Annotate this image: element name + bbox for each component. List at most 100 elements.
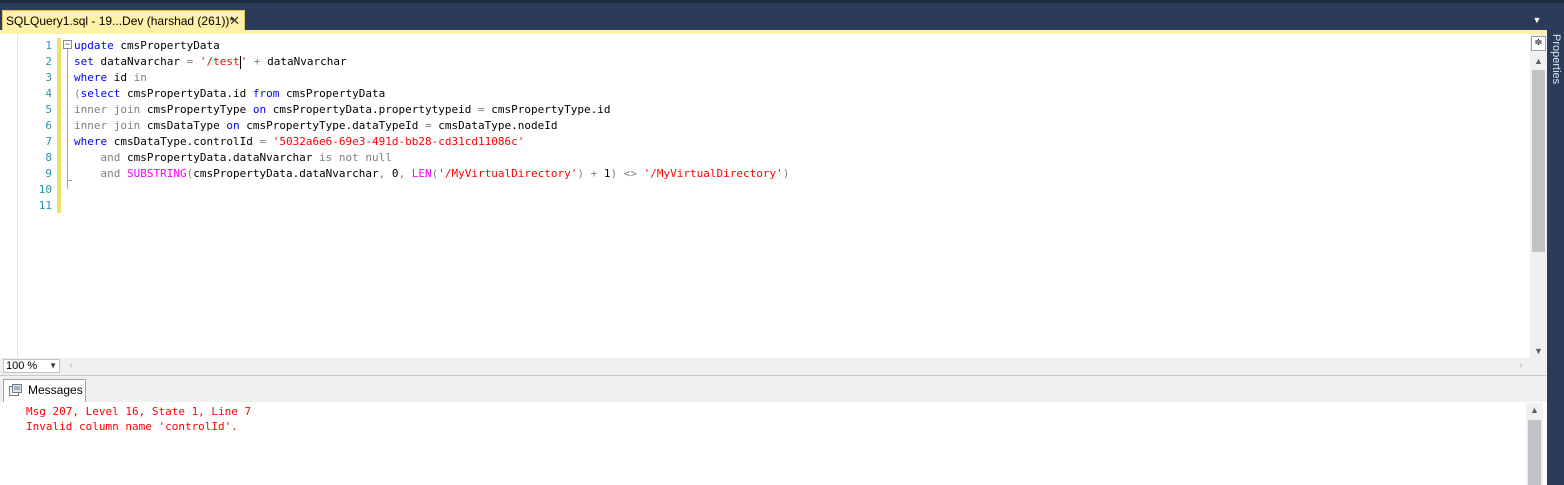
results-tab-bar: Messages bbox=[0, 376, 1547, 402]
line-number: 7 bbox=[45, 135, 52, 148]
code-token: ) bbox=[577, 167, 584, 180]
code-token: id bbox=[107, 71, 134, 84]
code-line[interactable]: where id in bbox=[74, 70, 789, 86]
code-token: cmsPropertyData.dataNvarchar bbox=[120, 151, 320, 164]
code-token: SUBSTRING bbox=[127, 167, 187, 180]
split-window-icon[interactable]: ≑ bbox=[1531, 36, 1546, 51]
chevron-down-icon[interactable]: ▼ bbox=[49, 360, 57, 372]
code-line[interactable]: inner join cmsDataType on cmsPropertyTyp… bbox=[74, 118, 789, 134]
code-area[interactable]: update cmsPropertyData set dataNvarchar =… bbox=[74, 38, 789, 214]
code-token: LEN bbox=[411, 167, 432, 180]
code-token: select bbox=[80, 87, 121, 100]
change-tracking-bar bbox=[57, 38, 61, 213]
query-editor[interactable]: 1 2 3 4 5 6 7 8 9 10 11 − update cmsPropertyData se… bbox=[0, 30, 1547, 358]
outline-end bbox=[67, 180, 72, 181]
code-token: 1 bbox=[597, 167, 611, 180]
code-token: from bbox=[252, 87, 280, 100]
error-message-line: Invalid column name 'controlId'. bbox=[26, 420, 238, 433]
code-token: cmsPropertyType.dataTypeId bbox=[239, 119, 426, 132]
code-token: cmsPropertyData bbox=[113, 39, 220, 52]
code-token: cmsDataType.nodeId bbox=[431, 119, 558, 132]
code-token: ) bbox=[782, 167, 790, 180]
scroll-up-icon[interactable]: ▲ bbox=[1526, 403, 1543, 418]
scroll-right-icon[interactable]: › bbox=[1516, 359, 1526, 373]
collapse-outline-icon[interactable]: − bbox=[63, 40, 72, 49]
code-token: inner join bbox=[74, 119, 141, 132]
code-token: cmsDataType bbox=[140, 119, 227, 132]
line-number: 2 bbox=[45, 55, 52, 68]
properties-label: Properties bbox=[1550, 34, 1562, 85]
messages-tab-label: Messages bbox=[28, 383, 83, 397]
line-number: 3 bbox=[45, 71, 52, 84]
scroll-left-icon[interactable]: ‹ bbox=[66, 359, 76, 373]
code-token: and bbox=[100, 167, 121, 180]
zoom-select[interactable]: 100 % ▼ bbox=[3, 359, 60, 373]
results-vertical-scrollbar[interactable]: ▲ bbox=[1526, 403, 1543, 485]
editor-vertical-scrollbar[interactable]: ≑ ▲ ▼ bbox=[1530, 34, 1547, 358]
code-token: where bbox=[74, 135, 108, 148]
code-token: '/MyVirtualDirectory' bbox=[438, 167, 578, 180]
code-token: cmsDataType.controlId bbox=[107, 135, 260, 148]
code-token: cmsPropertyType.id bbox=[484, 103, 611, 116]
code-token: 0 bbox=[385, 167, 399, 180]
code-token: <> bbox=[623, 167, 637, 180]
code-token: is not null bbox=[319, 151, 392, 164]
code-line[interactable] bbox=[74, 198, 789, 214]
code-line[interactable]: set dataNvarchar = '/test' + dataNvarcha… bbox=[74, 54, 789, 70]
scroll-thumb[interactable] bbox=[1532, 70, 1545, 252]
line-number: 9 bbox=[45, 167, 52, 180]
zoom-value: 100 % bbox=[6, 360, 38, 372]
tab-list-dropdown-icon[interactable]: ▼ bbox=[1531, 14, 1543, 26]
line-number: 10 bbox=[38, 183, 52, 196]
line-number: 4 bbox=[45, 87, 52, 100]
code-token: = bbox=[425, 119, 432, 132]
results-pane: Messages Msg 207, Level 16, State 1, Lin… bbox=[0, 375, 1547, 485]
line-number-gutter: 1 2 3 4 5 6 7 8 9 10 11 bbox=[18, 38, 52, 214]
close-icon[interactable]: ✕ bbox=[229, 11, 240, 31]
tab-messages[interactable]: Messages bbox=[3, 379, 86, 402]
message-list: Msg 207, Level 16, State 1, Line 7 Inval… bbox=[26, 404, 251, 434]
outline-line bbox=[67, 49, 68, 189]
line-number: 1 bbox=[45, 39, 52, 52]
line-number: 11 bbox=[38, 199, 52, 212]
code-token: cmsPropertyData.dataNvarchar bbox=[193, 167, 379, 180]
code-token: dataNvarchar bbox=[93, 55, 187, 68]
code-line[interactable]: inner join cmsPropertyType on cmsPropert… bbox=[74, 102, 789, 118]
code-token: in bbox=[133, 71, 147, 84]
line-number: 5 bbox=[45, 103, 52, 116]
code-token: ( bbox=[74, 87, 81, 100]
code-line[interactable]: where cmsDataType.controlId = '5032a6e6-… bbox=[74, 134, 789, 150]
messages-icon bbox=[9, 384, 22, 396]
properties-side-panel[interactable]: Properties bbox=[1547, 30, 1564, 484]
line-number: 6 bbox=[45, 119, 52, 132]
code-token: '/MyVirtualDirectory' bbox=[643, 167, 783, 180]
scroll-down-icon[interactable]: ▼ bbox=[1530, 344, 1547, 359]
code-line[interactable]: and cmsPropertyData.dataNvarchar is not … bbox=[74, 150, 789, 166]
scroll-thumb[interactable] bbox=[1528, 420, 1541, 485]
code-token: = bbox=[478, 103, 485, 116]
code-token: where bbox=[74, 71, 108, 84]
document-tab-bar: SQLQuery1.sql - 19...Dev (harshad (261))… bbox=[0, 3, 1564, 31]
code-token: cmsPropertyData.id bbox=[120, 87, 253, 100]
code-token: dataNvarchar bbox=[260, 55, 347, 68]
code-token: cmsPropertyType bbox=[140, 103, 253, 116]
editor-bottom-bar: 100 % ▼ ‹ › bbox=[0, 358, 1547, 375]
code-line[interactable]: (select cmsPropertyData.id from cmsPrope… bbox=[74, 86, 789, 102]
code-token: inner join bbox=[74, 103, 141, 116]
line-number: 8 bbox=[45, 151, 52, 164]
code-token: and bbox=[100, 151, 121, 164]
error-message-line: Msg 207, Level 16, State 1, Line 7 bbox=[26, 405, 252, 418]
code-line[interactable]: and SUBSTRING(cmsPropertyData.dataNvarch… bbox=[74, 166, 790, 182]
code-line[interactable] bbox=[74, 182, 789, 198]
code-line[interactable]: update cmsPropertyData bbox=[74, 38, 789, 54]
scroll-up-icon[interactable]: ▲ bbox=[1530, 54, 1547, 69]
tab-sqlquery1[interactable]: SQLQuery1.sql - 19...Dev (harshad (261))… bbox=[2, 10, 245, 31]
